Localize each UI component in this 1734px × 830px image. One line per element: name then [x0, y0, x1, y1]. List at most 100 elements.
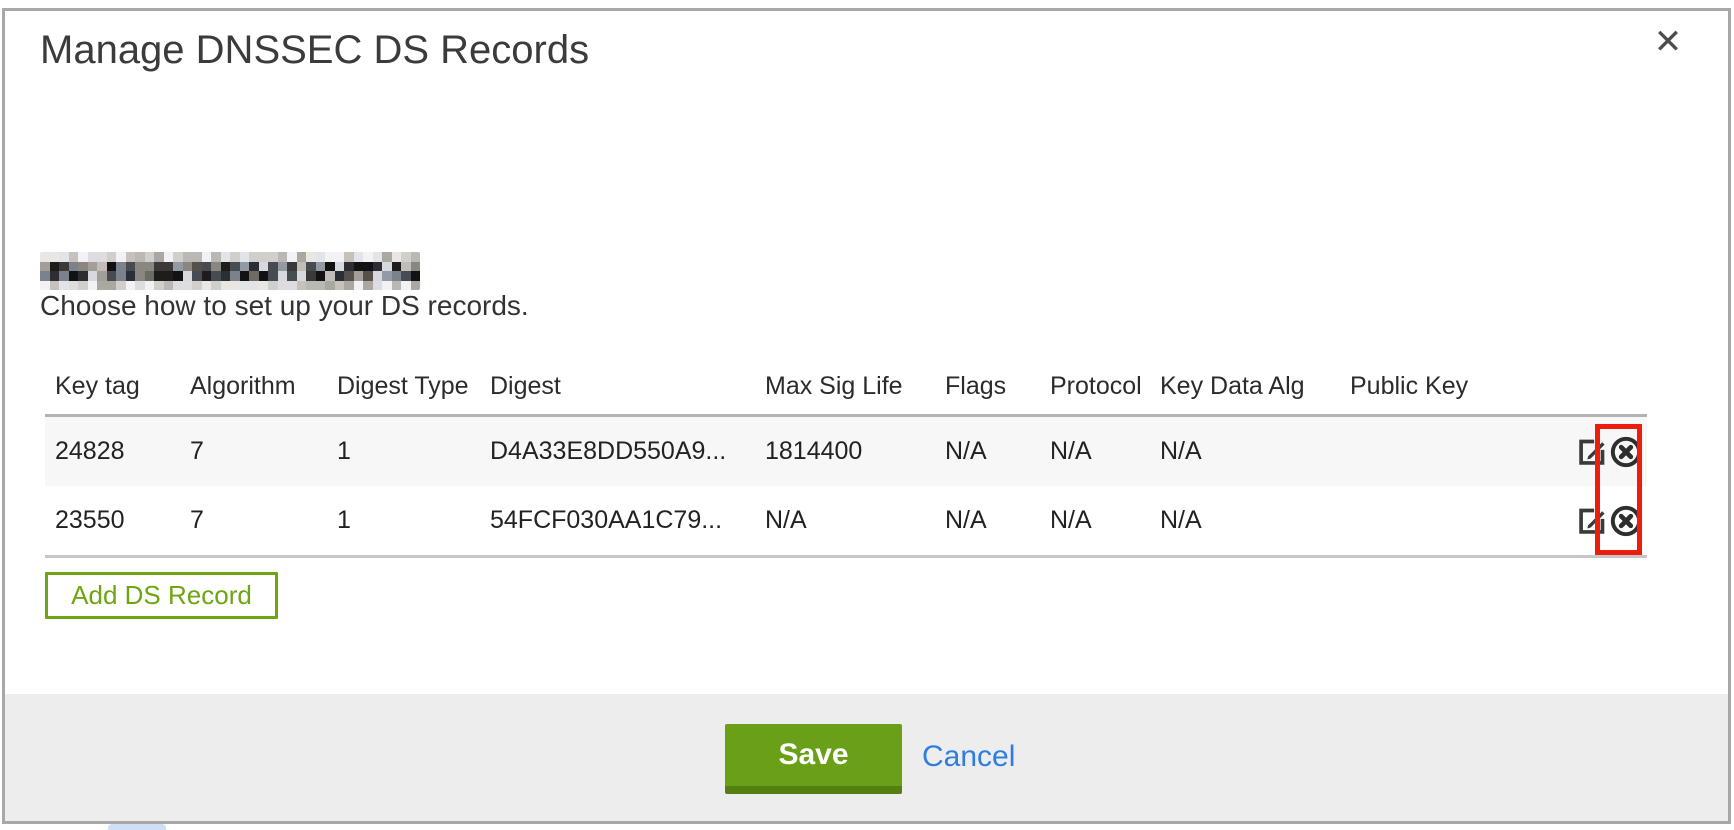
- cell-flags: N/A: [945, 437, 1050, 466]
- redacted-pixel: [316, 252, 326, 262]
- redacted-pixel: [183, 252, 193, 262]
- save-button[interactable]: Save: [725, 724, 902, 794]
- redacted-pixel: [116, 281, 126, 291]
- redacted-pixel: [211, 271, 221, 281]
- redacted-pixel: [126, 252, 136, 262]
- redacted-pixel: [230, 271, 240, 281]
- instruction-text: Choose how to set up your DS records.: [40, 290, 529, 322]
- redacted-pixel: [183, 271, 193, 281]
- redacted-pixel: [354, 262, 364, 272]
- redacted-pixel: [325, 252, 335, 262]
- redacted-pixel: [154, 252, 164, 262]
- redacted-pixel: [278, 262, 288, 272]
- redacted-pixel: [240, 252, 250, 262]
- redacted-pixel: [221, 271, 231, 281]
- redacted-pixel: [278, 252, 288, 262]
- redacted-pixel: [287, 252, 297, 262]
- redacted-pixel: [354, 252, 364, 262]
- redacted-pixel: [107, 271, 117, 281]
- redacted-pixel: [135, 252, 145, 262]
- redacted-pixel: [306, 271, 316, 281]
- redacted-pixel: [259, 252, 269, 262]
- redacted-pixel: [78, 281, 88, 291]
- redacted-pixel: [363, 262, 373, 272]
- redacted-pixel: [373, 262, 383, 272]
- redacted-pixel: [192, 262, 202, 272]
- redacted-pixel: [154, 262, 164, 272]
- redacted-pixel: [325, 271, 335, 281]
- redacted-pixel: [373, 281, 383, 291]
- table-body: 24828 7 1 D4A33E8DD550A9... 1814400 N/A …: [45, 414, 1647, 558]
- background-page-hint: [108, 824, 166, 830]
- redacted-pixel: [40, 281, 50, 291]
- redacted-pixel: [392, 262, 402, 272]
- delete-record-icon[interactable]: [1609, 435, 1643, 469]
- redacted-pixel: [202, 271, 212, 281]
- edit-record-icon[interactable]: [1575, 504, 1609, 538]
- redacted-pixel: [297, 281, 307, 291]
- redacted-pixel: [50, 262, 60, 272]
- delete-record-icon[interactable]: [1609, 504, 1643, 538]
- modal-footer: Save Cancel: [5, 694, 1728, 821]
- redacted-pixel: [392, 252, 402, 262]
- redacted-pixel: [411, 281, 421, 291]
- cell-key-tag: 24828: [55, 437, 190, 466]
- redacted-pixel: [401, 271, 411, 281]
- redacted-pixel: [297, 271, 307, 281]
- redacted-pixel: [278, 271, 288, 281]
- cell-digest-type: 1: [337, 506, 490, 535]
- redacted-pixel: [344, 281, 354, 291]
- add-ds-record-button[interactable]: Add DS Record: [45, 572, 278, 619]
- redacted-pixel: [145, 252, 155, 262]
- redacted-pixel: [202, 281, 212, 291]
- redacted-pixel: [183, 281, 193, 291]
- cancel-link[interactable]: Cancel: [922, 740, 1015, 774]
- redacted-pixel: [335, 281, 345, 291]
- redacted-pixel: [306, 281, 316, 291]
- redacted-pixel: [116, 271, 126, 281]
- redacted-pixel: [268, 252, 278, 262]
- redacted-domain-name: [40, 252, 420, 290]
- redacted-pixel: [88, 271, 98, 281]
- redacted-pixel: [50, 271, 60, 281]
- redacted-pixel: [382, 281, 392, 291]
- cell-algorithm: 7: [190, 437, 337, 466]
- redacted-pixel: [78, 252, 88, 262]
- redacted-pixel: [287, 262, 297, 272]
- redacted-pixel: [40, 262, 50, 272]
- redacted-pixel: [78, 262, 88, 272]
- cell-protocol: N/A: [1050, 506, 1160, 535]
- close-icon[interactable]: ✕: [1646, 20, 1690, 64]
- redacted-pixel: [335, 262, 345, 272]
- redacted-pixel: [59, 262, 69, 272]
- column-header-max-sig-life: Max Sig Life: [765, 372, 945, 401]
- redacted-pixel: [335, 271, 345, 281]
- redacted-pixel: [164, 252, 174, 262]
- ds-record-row: 23550 7 1 54FCF030AA1C79... N/A N/A N/A …: [45, 486, 1647, 555]
- redacted-pixel: [192, 271, 202, 281]
- redacted-pixel: [230, 252, 240, 262]
- redacted-pixel: [135, 262, 145, 272]
- redacted-pixel: [202, 252, 212, 262]
- redacted-pixel: [297, 252, 307, 262]
- redacted-pixel: [173, 252, 183, 262]
- redacted-pixel: [401, 281, 411, 291]
- redacted-pixel: [411, 271, 421, 281]
- redacted-pixel: [88, 262, 98, 272]
- redacted-pixel: [268, 271, 278, 281]
- edit-record-icon[interactable]: [1575, 435, 1609, 469]
- redacted-pixel: [154, 281, 164, 291]
- redacted-pixel: [78, 271, 88, 281]
- redacted-pixel: [240, 281, 250, 291]
- redacted-pixel: [344, 262, 354, 272]
- redacted-pixel: [173, 271, 183, 281]
- redacted-pixel: [411, 262, 421, 272]
- redacted-pixel: [344, 271, 354, 281]
- redacted-pixel: [59, 252, 69, 262]
- redacted-pixel: [107, 281, 117, 291]
- column-header-digest: Digest: [490, 372, 765, 401]
- redacted-pixel: [354, 271, 364, 281]
- table-header-row: Key tag Algorithm Digest Type Digest Max…: [45, 345, 1647, 414]
- redacted-pixel: [392, 271, 402, 281]
- redacted-pixel: [411, 252, 421, 262]
